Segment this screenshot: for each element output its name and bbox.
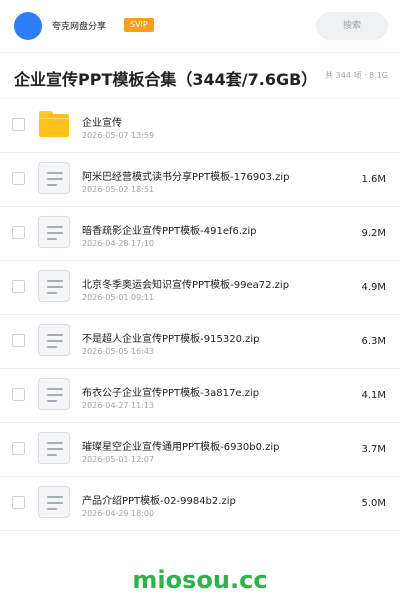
list-item[interactable]: 阿米巴经营模式读书分享PPT模板-176903.zip 2026-05-02 1…	[0, 153, 400, 207]
avatar[interactable]	[14, 12, 42, 40]
checkbox[interactable]	[12, 388, 25, 401]
page-title: 企业宣传PPT模板合集（344套/7.6GB）	[14, 70, 318, 89]
file-date: 2026-04-27 11:13	[82, 401, 155, 410]
vip-badge: SVIP	[124, 18, 154, 32]
title-bar: 企业宣传PPT模板合集（344套/7.6GB） 共 344 项 · 8.1G	[0, 52, 400, 98]
list-item[interactable]: 璀璨星空企业宣传通用PPT模板-6930b0.zip 2026-05-01 12…	[0, 423, 400, 477]
file-size: 5.0M	[361, 498, 386, 509]
file-icon	[38, 162, 70, 194]
list-item[interactable]: 布衣公子企业宣传PPT模板-3a817e.zip 2026-04-27 11:1…	[0, 369, 400, 423]
checkbox[interactable]	[12, 334, 25, 347]
file-icon	[38, 216, 70, 248]
file-size: 1.6M	[361, 174, 386, 185]
checkbox[interactable]	[12, 226, 25, 239]
watermark-text: miosou.cc	[132, 566, 268, 594]
file-size: 4.1M	[361, 390, 386, 401]
file-name: 璀璨星空企业宣传通用PPT模板-6930b0.zip	[82, 442, 280, 453]
file-date: 2026-05-01 12:07	[82, 455, 155, 464]
file-date: 2026-05-07 13:59	[82, 131, 155, 140]
file-name: 阿米巴经营模式读书分享PPT模板-176903.zip	[82, 172, 290, 183]
list-item[interactable]: 不是超人企业宣传PPT模板-915320.zip 2026-05-05 16:4…	[0, 315, 400, 369]
checkbox[interactable]	[12, 280, 25, 293]
file-name: 北京冬季奥运会知识宣传PPT模板-99ea72.zip	[82, 280, 290, 291]
file-summary: 共 344 项 · 8.1G	[325, 71, 388, 80]
checkbox[interactable]	[12, 442, 25, 455]
file-date: 2026-04-28 17:10	[82, 239, 155, 248]
list-item-folder[interactable]: 企业宣传 2026-05-07 13:59	[0, 99, 400, 153]
list-item[interactable]: 暗香疏影企业宣传PPT模板-491ef6.zip 2026-04-28 17:1…	[0, 207, 400, 261]
file-date: 2026-05-02 18:51	[82, 185, 155, 194]
checkbox[interactable]	[12, 172, 25, 185]
file-size: 4.9M	[361, 282, 386, 293]
list-item[interactable]: 北京冬季奥运会知识宣传PPT模板-99ea72.zip 2026-05-01 0…	[0, 261, 400, 315]
list-item[interactable]: 产品介绍PPT模板-02-9984b2.zip 2026-04-29 18:00…	[0, 477, 400, 531]
file-icon	[38, 486, 70, 518]
file-date: 2026-05-05 16:43	[82, 347, 155, 356]
checkbox[interactable]	[12, 118, 25, 131]
file-icon	[38, 432, 70, 464]
folder-icon	[39, 111, 69, 137]
file-name: 产品介绍PPT模板-02-9984b2.zip	[82, 496, 236, 507]
file-name: 布衣公子企业宣传PPT模板-3a817e.zip	[82, 388, 260, 399]
file-name: 企业宣传	[82, 118, 122, 129]
file-name: 不是超人企业宣传PPT模板-915320.zip	[82, 334, 260, 345]
file-icon	[38, 270, 70, 302]
file-size: 9.2M	[361, 228, 386, 239]
file-date: 2026-04-29 18:00	[82, 509, 155, 518]
file-date: 2026-05-01 09:11	[82, 293, 155, 302]
checkbox[interactable]	[12, 496, 25, 509]
header: 夸克网盘分享 SVIP 搜索	[0, 0, 400, 52]
file-size: 3.7M	[361, 444, 386, 455]
file-name: 暗香疏影企业宣传PPT模板-491ef6.zip	[82, 226, 257, 237]
file-size: 6.3M	[361, 336, 386, 347]
app-name: 夸克网盘分享	[52, 22, 107, 32]
file-list: 企业宣传 2026-05-07 13:59 阿米巴经营模式读书分享PPT模板-1…	[0, 99, 400, 547]
file-icon	[38, 324, 70, 356]
search-button[interactable]: 搜索	[316, 12, 388, 40]
file-icon	[38, 378, 70, 410]
